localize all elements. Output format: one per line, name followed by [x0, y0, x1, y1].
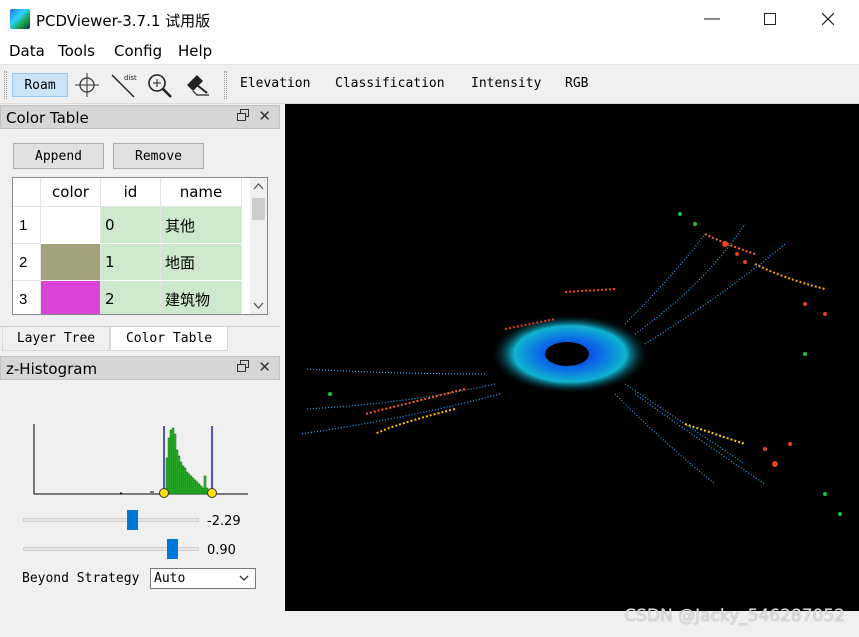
- row-header[interactable]: 2: [13, 244, 41, 281]
- close-dock-icon[interactable]: ✕: [258, 107, 271, 125]
- toolbar: Roam dist Elevation Classification Inten…: [0, 64, 859, 104]
- app-icon: [10, 9, 30, 29]
- beyond-strategy-value: Auto: [154, 571, 186, 586]
- menu-tools[interactable]: Tools: [58, 42, 95, 60]
- column-header-id[interactable]: id: [101, 178, 161, 207]
- scroll-down-icon[interactable]: [253, 302, 264, 309]
- intensity-button[interactable]: Intensity: [471, 76, 541, 91]
- color-table-dock-title[interactable]: Color Table ✕: [0, 105, 280, 129]
- maximize-icon: [764, 13, 776, 25]
- distance-label: dist: [124, 74, 137, 82]
- rgb-button[interactable]: RGB: [565, 76, 588, 91]
- table-cell-name[interactable]: 地面: [161, 244, 242, 281]
- histogram-bars: [165, 427, 209, 495]
- low-slider-groove[interactable]: [23, 518, 199, 522]
- color-swatch[interactable]: [41, 281, 101, 314]
- color-swatch[interactable]: [41, 207, 101, 244]
- high-slider-handle[interactable]: [167, 539, 179, 559]
- remove-button[interactable]: Remove: [113, 143, 204, 169]
- roam-button[interactable]: Roam: [12, 73, 68, 97]
- table-corner: [13, 178, 41, 207]
- table-cell-name[interactable]: 建筑物: [161, 281, 242, 314]
- point-cloud-viewport[interactable]: [285, 104, 859, 611]
- low-slider-handle[interactable]: [126, 510, 138, 530]
- distance-icon: dist: [111, 74, 137, 98]
- chevron-down-icon: [239, 575, 249, 581]
- close-button[interactable]: [799, 0, 857, 38]
- watermark: CSDN @Jacky_546287052: [624, 606, 845, 626]
- menu-data[interactable]: Data: [9, 42, 45, 60]
- crosshair-icon: [75, 73, 99, 97]
- title-bar: PCDViewer-3.7.1 试用版 —: [0, 0, 859, 38]
- window-title: PCDViewer-3.7.1 试用版: [36, 12, 211, 30]
- high-value: 0.90: [207, 543, 236, 558]
- table-cell-name[interactable]: 其他: [161, 207, 242, 244]
- toolbar-grip[interactable]: [4, 71, 7, 99]
- low-cutoff-marker[interactable]: [159, 488, 169, 498]
- color-table: color id name 1 0 其他 2 1 地面 3 2 建筑物: [12, 177, 268, 315]
- eraser-button[interactable]: [182, 70, 212, 100]
- tab-color-table[interactable]: Color Table: [110, 327, 228, 351]
- append-button[interactable]: Append: [13, 143, 104, 169]
- scroll-thumb[interactable]: [252, 198, 265, 220]
- z-histogram[interactable]: [0, 380, 280, 510]
- eraser-icon: [187, 75, 209, 96]
- app-window: PCDViewer-3.7.1 试用版 — Data Tools Config …: [0, 0, 859, 637]
- float-icon[interactable]: [237, 109, 249, 121]
- table-scrollbar[interactable]: [250, 178, 267, 314]
- color-table-dock-label: Color Table: [6, 109, 89, 127]
- table-cell-id[interactable]: 1: [101, 244, 161, 281]
- menu-bar: Data Tools Config Help: [0, 38, 859, 64]
- close-icon: [822, 13, 834, 25]
- minimize-button[interactable]: —: [683, 0, 741, 38]
- row-header[interactable]: 3: [13, 281, 41, 314]
- point-cloud-render: [299, 212, 842, 516]
- elevation-button[interactable]: Elevation: [240, 76, 310, 91]
- zoom-button[interactable]: [144, 70, 174, 100]
- table-cell-id[interactable]: 2: [101, 281, 161, 314]
- column-header-name[interactable]: name: [161, 178, 242, 207]
- column-header-color[interactable]: color: [41, 178, 101, 207]
- float-icon[interactable]: [237, 360, 249, 372]
- color-swatch[interactable]: [41, 244, 101, 281]
- pick-point-button[interactable]: [72, 70, 102, 100]
- high-cutoff-marker[interactable]: [207, 488, 217, 498]
- beyond-strategy-select[interactable]: Auto: [150, 568, 256, 589]
- table-cell-id[interactable]: 0: [101, 207, 161, 244]
- zoom-icon: [148, 74, 172, 98]
- toolbar-grip-2[interactable]: [224, 71, 227, 99]
- histogram-dock-label: z-Histogram: [6, 360, 98, 378]
- low-value: -2.29: [207, 514, 241, 529]
- histogram-dock-title[interactable]: z-Histogram ✕: [0, 356, 280, 380]
- row-header[interactable]: 1: [13, 207, 41, 244]
- classification-button[interactable]: Classification: [335, 76, 445, 91]
- beyond-strategy-label: Beyond Strategy: [22, 571, 140, 586]
- close-dock-icon[interactable]: ✕: [258, 358, 271, 376]
- tab-layer-tree[interactable]: Layer Tree: [2, 327, 110, 351]
- scroll-up-icon[interactable]: [253, 183, 264, 190]
- menu-config[interactable]: Config: [114, 42, 162, 60]
- menu-help[interactable]: Help: [178, 42, 212, 60]
- distance-button[interactable]: dist: [108, 70, 138, 100]
- maximize-button[interactable]: [741, 0, 799, 38]
